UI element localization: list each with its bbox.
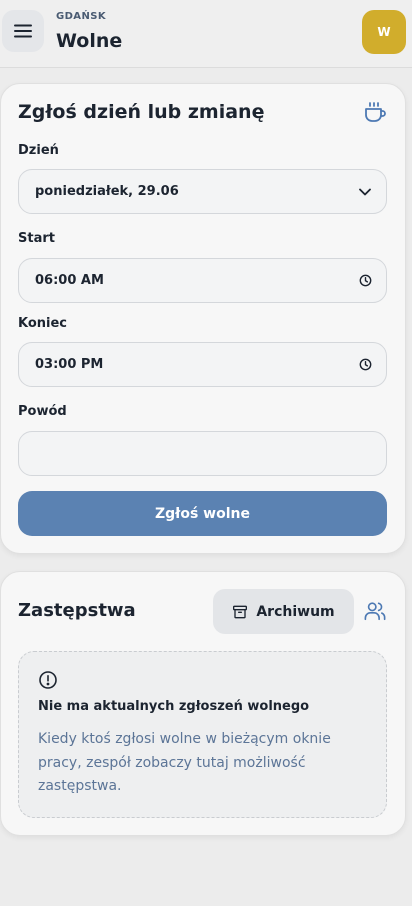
submit-leave-button[interactable]: Zgłoś wolne: [18, 491, 387, 536]
end-time-value: 03:00 PM: [35, 357, 104, 372]
end-time-input[interactable]: 03:00 PM: [18, 342, 387, 387]
menu-icon: [14, 24, 32, 38]
alert-circle-icon: [39, 671, 57, 689]
reason-label: Powód: [18, 404, 67, 419]
day-label: Dzień: [18, 143, 59, 158]
empty-state-text: Kiedy ktoś zgłosi wolne w bieżącym oknie…: [38, 731, 331, 794]
substitutions-title: Zastępstwa: [18, 600, 136, 621]
city-label: GDAŃSK: [56, 11, 106, 22]
chevron-down-icon: [358, 185, 372, 199]
archive-button[interactable]: Archiwum: [213, 589, 354, 634]
start-time-input[interactable]: 06:00 AM: [18, 258, 387, 303]
menu-button[interactable]: [2, 10, 44, 52]
top-bar: GDAŃSK Wolne W: [0, 0, 412, 68]
start-label: Start: [18, 231, 55, 246]
clock-icon[interactable]: [358, 358, 372, 372]
users-icon[interactable]: [364, 600, 386, 622]
day-select[interactable]: poniedziałek, 29.06: [18, 169, 387, 214]
end-label: Koniec: [18, 316, 68, 331]
page-title: Wolne: [56, 30, 123, 52]
reason-input[interactable]: [18, 431, 387, 476]
empty-state-title: Nie ma aktualnych zgłoszeń wolnego: [38, 699, 310, 714]
start-time-value: 06:00 AM: [35, 273, 104, 288]
archive-label: Archiwum: [256, 603, 335, 620]
avatar[interactable]: W: [362, 10, 406, 54]
archive-icon: [233, 605, 248, 618]
day-select-value: poniedziałek, 29.06: [35, 184, 179, 199]
clock-icon[interactable]: [358, 274, 372, 288]
coffee-icon: [365, 102, 386, 122]
request-card-title: Zgłoś dzień lub zmianę: [18, 101, 265, 123]
